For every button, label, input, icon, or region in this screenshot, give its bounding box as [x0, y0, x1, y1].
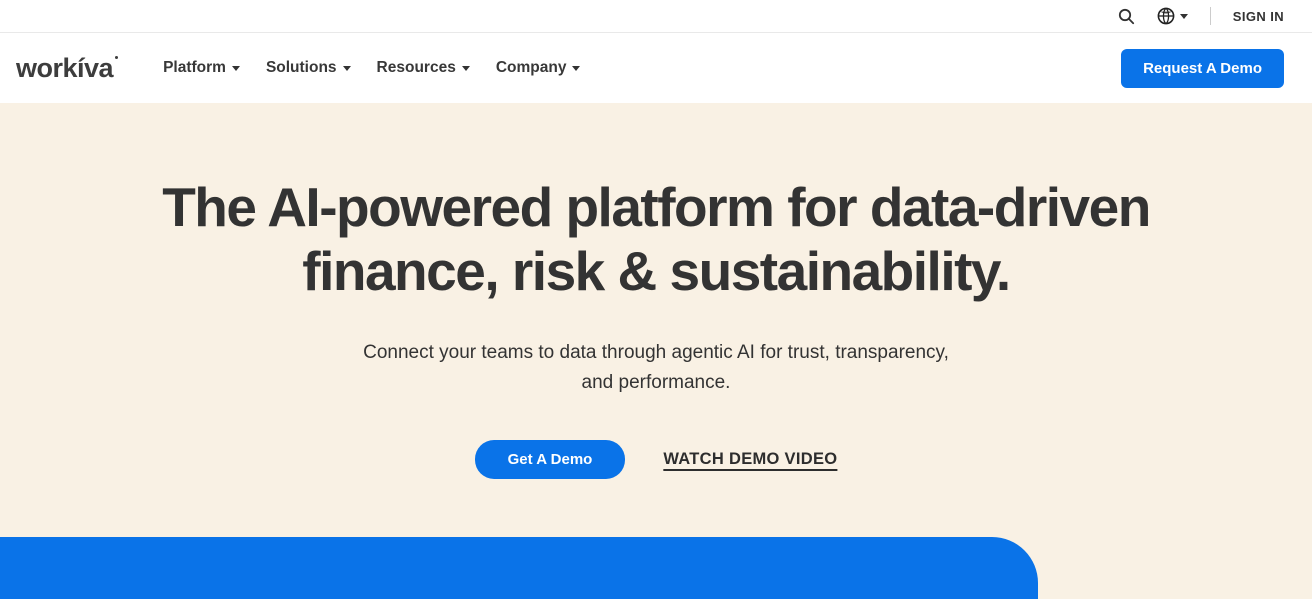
- caret-down-icon: [462, 66, 470, 71]
- nav-item-label: Solutions: [266, 59, 337, 77]
- hero-section: The AI-powered platform for data-driven …: [0, 103, 1312, 599]
- caret-down-icon: [343, 66, 351, 71]
- sign-in-link[interactable]: SIGN IN: [1233, 9, 1284, 24]
- nav-item-resources[interactable]: Resources: [377, 59, 470, 77]
- get-demo-button[interactable]: Get A Demo: [475, 440, 626, 479]
- request-demo-button[interactable]: Request A Demo: [1121, 49, 1284, 88]
- search-button[interactable]: [1118, 8, 1135, 25]
- utility-bar: SIGN IN: [0, 0, 1312, 33]
- hero-subtitle-line1: Connect your teams to data through agent…: [0, 338, 1312, 368]
- caret-down-icon: [1180, 14, 1188, 19]
- hero-subtitle-line2: and performance.: [0, 368, 1312, 398]
- primary-nav-links: Platform Solutions Resources Company: [163, 59, 580, 77]
- bottom-blue-band: [0, 537, 1038, 599]
- nav-item-solutions[interactable]: Solutions: [266, 59, 351, 77]
- logo-text: workíva: [16, 53, 113, 83]
- nav-item-label: Resources: [377, 59, 456, 77]
- globe-language-icon: [1157, 7, 1175, 25]
- nav-item-label: Platform: [163, 59, 226, 77]
- caret-down-icon: [572, 66, 580, 71]
- caret-down-icon: [232, 66, 240, 71]
- hero-subtitle: Connect your teams to data through agent…: [0, 338, 1312, 399]
- nav-item-company[interactable]: Company: [496, 59, 581, 77]
- hero-heading-line2: finance, risk & sustainability.: [0, 239, 1312, 303]
- hero-heading-line1: The AI-powered platform for data-driven: [0, 175, 1312, 239]
- nav-item-platform[interactable]: Platform: [163, 59, 240, 77]
- language-selector[interactable]: [1157, 7, 1188, 25]
- search-icon: [1118, 8, 1135, 25]
- hero-heading: The AI-powered platform for data-driven …: [0, 103, 1312, 304]
- utility-divider: [1210, 7, 1211, 25]
- nav-item-label: Company: [496, 59, 567, 77]
- watch-demo-video-link[interactable]: WATCH DEMO VIDEO: [663, 450, 837, 469]
- logo-trademark-dot: [115, 56, 118, 59]
- hero-cta-row: Get A Demo WATCH DEMO VIDEO: [0, 440, 1312, 479]
- workiva-logo[interactable]: workíva: [16, 55, 113, 82]
- main-nav: workíva Platform Solutions Resources Com…: [0, 33, 1312, 103]
